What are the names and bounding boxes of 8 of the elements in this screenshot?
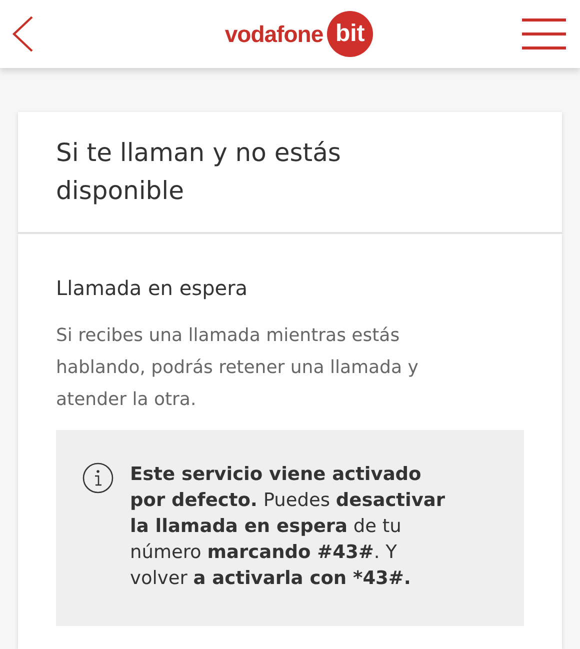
section-title: Llamada en espera [56,275,249,302]
menu-icon[interactable] [522,17,566,51]
info-text: Este servicio viene activado por defecto. Puedes desactivar la llamada en espera de tu número marcando #43#. Y volver a activarla con *43#. [130,463,446,591]
card-title: Si te llaman y no estás disponible [56,137,342,207]
info-icon [82,462,114,494]
logo-text: vodafone [224,20,324,49]
logo-badge: bit [327,11,374,57]
section-description: Si recibes una llamada mientras estás hablando, podrás retener una llamada y atender la otra. [56,324,420,412]
